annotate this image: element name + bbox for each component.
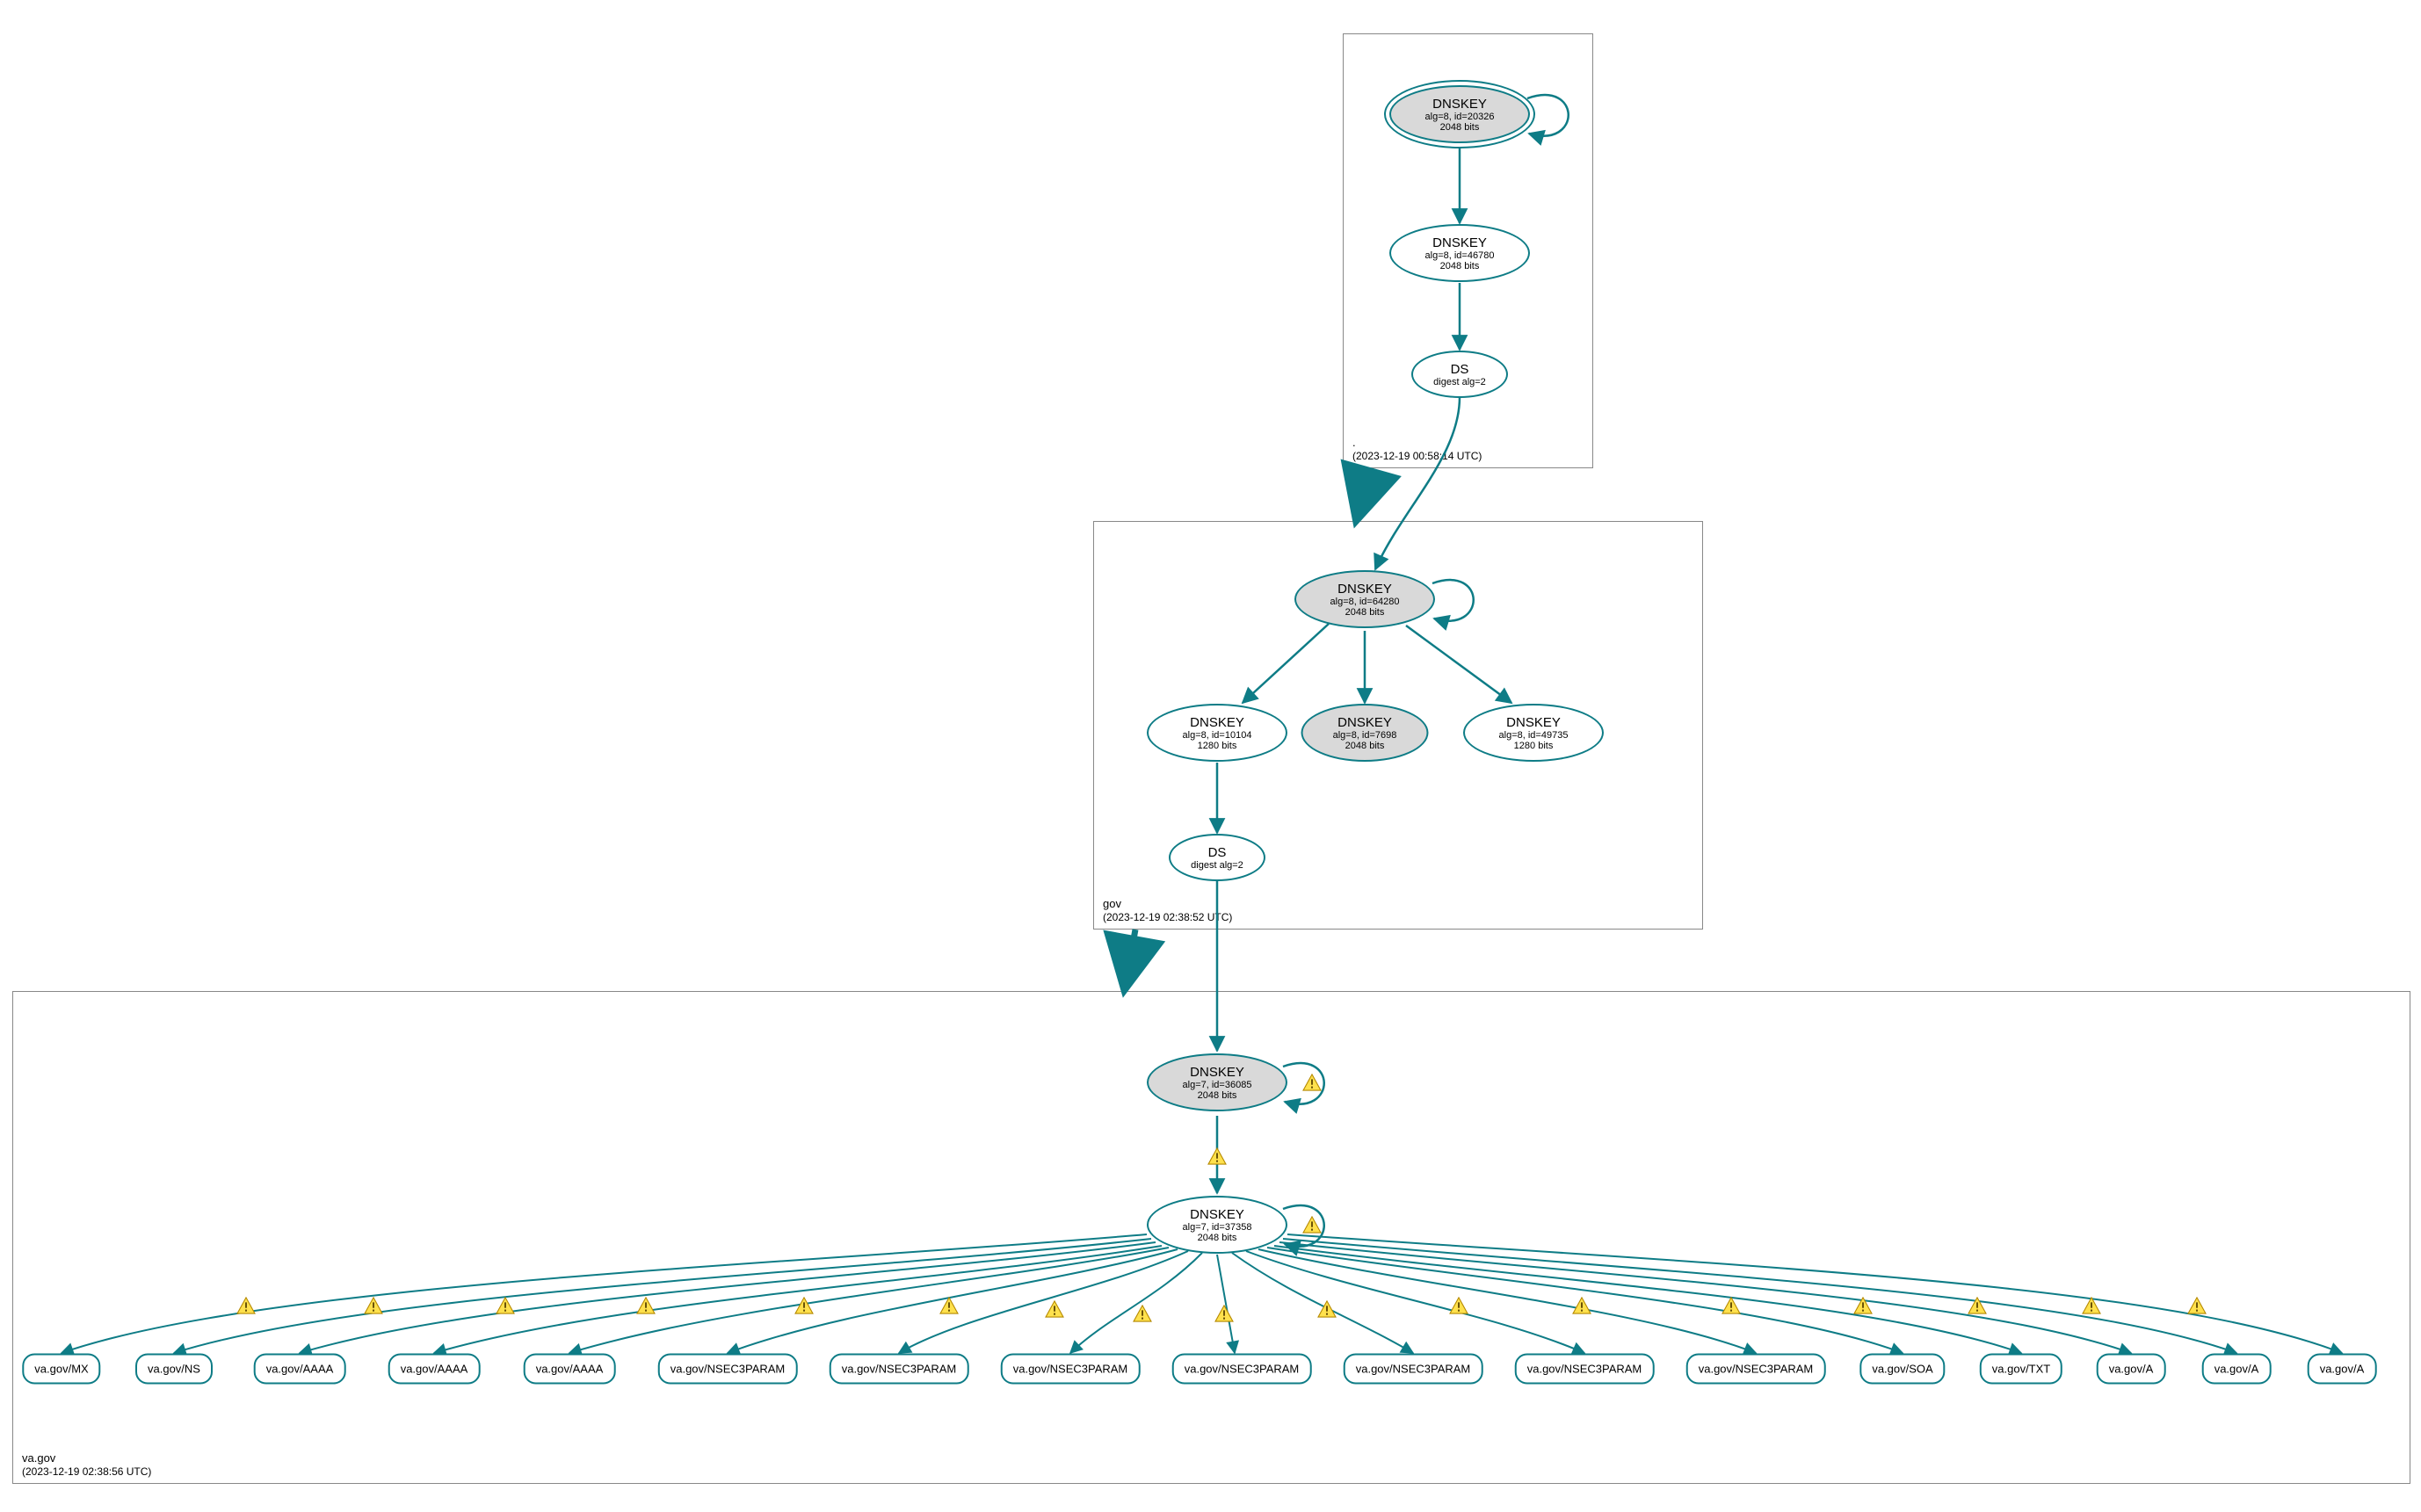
rr-box[interactable]: va.gov/NSEC3PARAM xyxy=(1001,1354,1141,1385)
node-root-zsk[interactable]: DNSKEY alg=8, id=46780 2048 bits xyxy=(1389,224,1530,282)
warning-icon xyxy=(1045,1300,1064,1318)
node-sub2: 2048 bits xyxy=(1440,261,1480,271)
node-title: DNSKEY xyxy=(1190,1207,1244,1222)
node-va-zsk[interactable]: DNSKEY alg=7, id=37358 2048 bits xyxy=(1147,1196,1287,1254)
node-sub2: 1280 bits xyxy=(1514,741,1554,751)
zone-gov-name: gov xyxy=(1103,897,1232,911)
node-title: DNSKEY xyxy=(1432,235,1487,250)
zone-vagov-label: va.gov (2023-12-19 02:38:56 UTC) xyxy=(22,1451,151,1478)
rr-box[interactable]: va.gov/NSEC3PARAM xyxy=(1515,1354,1655,1385)
rr-box[interactable]: va.gov/AAAA xyxy=(524,1354,616,1385)
node-sub1: digest alg=2 xyxy=(1433,377,1486,387)
node-sub1: alg=8, id=10104 xyxy=(1183,730,1252,741)
warning-icon xyxy=(1853,1297,1873,1314)
rr-box[interactable]: va.gov/A xyxy=(2308,1354,2377,1385)
rr-box[interactable]: va.gov/A xyxy=(2097,1354,2166,1385)
edge-zone-root-to-gov xyxy=(1357,468,1371,518)
warning-icon xyxy=(1317,1300,1337,1318)
rr-box[interactable]: va.gov/NSEC3PARAM xyxy=(1172,1354,1312,1385)
rr-box[interactable]: va.gov/SOA xyxy=(1859,1354,1945,1385)
node-sub2: 1280 bits xyxy=(1198,741,1237,751)
node-sub1: alg=8, id=46780 xyxy=(1425,250,1495,261)
warning-icon xyxy=(364,1297,383,1314)
zone-root-label: . (2023-12-19 00:58:14 UTC) xyxy=(1352,436,1482,462)
node-sub1: digest alg=2 xyxy=(1191,860,1243,871)
node-sub1: alg=8, id=7698 xyxy=(1333,730,1397,741)
warning-icon xyxy=(2082,1297,2101,1314)
zone-vagov-name: va.gov xyxy=(22,1451,151,1465)
node-sub2: 2048 bits xyxy=(1345,607,1385,618)
rr-box[interactable]: va.gov/AAAA xyxy=(388,1354,481,1385)
node-gov-dnskey-mid[interactable]: DNSKEY alg=8, id=7698 2048 bits xyxy=(1301,704,1429,762)
rr-box[interactable]: va.gov/NSEC3PARAM xyxy=(830,1354,969,1385)
zone-root-timestamp: (2023-12-19 00:58:14 UTC) xyxy=(1352,450,1482,462)
warning-icon xyxy=(2187,1297,2207,1314)
node-title: DS xyxy=(1208,845,1227,860)
warning-icon xyxy=(1207,1147,1227,1165)
warning-icon xyxy=(1572,1297,1591,1314)
dnssec-graph: . (2023-12-19 00:58:14 UTC) gov (2023-12… xyxy=(0,0,2421,1512)
node-gov-ksk[interactable]: DNSKEY alg=8, id=64280 2048 bits xyxy=(1294,570,1435,628)
node-sub1: alg=7, id=36085 xyxy=(1183,1080,1252,1090)
node-sub2: 2048 bits xyxy=(1198,1233,1237,1243)
warning-icon xyxy=(236,1297,256,1314)
rr-box[interactable]: va.gov/A xyxy=(2202,1354,2272,1385)
node-title: DNSKEY xyxy=(1190,715,1244,730)
warning-icon xyxy=(1214,1305,1234,1322)
zone-root-name: . xyxy=(1352,436,1482,450)
zone-vagov-timestamp: (2023-12-19 02:38:56 UTC) xyxy=(22,1465,151,1478)
node-va-ksk[interactable]: DNSKEY alg=7, id=36085 2048 bits xyxy=(1147,1053,1287,1111)
node-title: DNSKEY xyxy=(1506,715,1561,730)
node-root-ksk[interactable]: DNSKEY alg=8, id=20326 2048 bits xyxy=(1389,85,1530,143)
node-root-ds[interactable]: DS digest alg=2 xyxy=(1411,351,1508,398)
rr-box[interactable]: va.gov/NS xyxy=(135,1354,213,1385)
node-gov-zsk-left[interactable]: DNSKEY alg=8, id=10104 1280 bits xyxy=(1147,704,1287,762)
warning-icon xyxy=(1449,1297,1468,1314)
warning-icon xyxy=(1133,1305,1152,1322)
rr-box[interactable]: va.gov/NSEC3PARAM xyxy=(1344,1354,1483,1385)
rr-box[interactable]: va.gov/NSEC3PARAM xyxy=(658,1354,798,1385)
warning-icon xyxy=(496,1297,515,1314)
node-title: DNSKEY xyxy=(1190,1065,1244,1080)
warning-icon xyxy=(794,1297,814,1314)
node-title: DNSKEY xyxy=(1337,715,1392,730)
node-title: DNSKEY xyxy=(1432,97,1487,112)
warning-icon xyxy=(1302,1074,1322,1091)
rr-box[interactable]: va.gov/AAAA xyxy=(254,1354,346,1385)
warning-icon xyxy=(1302,1216,1322,1233)
rr-box[interactable]: va.gov/MX xyxy=(22,1354,100,1385)
zone-gov-timestamp: (2023-12-19 02:38:52 UTC) xyxy=(1103,911,1232,923)
warning-icon xyxy=(636,1297,656,1314)
zone-gov-label: gov (2023-12-19 02:38:52 UTC) xyxy=(1103,897,1232,923)
node-gov-zsk-right[interactable]: DNSKEY alg=8, id=49735 1280 bits xyxy=(1463,704,1604,762)
node-sub2: 2048 bits xyxy=(1345,741,1385,751)
warning-icon xyxy=(1722,1297,1741,1314)
node-title: DS xyxy=(1451,362,1469,377)
node-sub1: alg=8, id=20326 xyxy=(1425,112,1495,122)
node-gov-ds[interactable]: DS digest alg=2 xyxy=(1169,834,1265,881)
rr-box[interactable]: va.gov/TXT xyxy=(1980,1354,2062,1385)
node-sub2: 2048 bits xyxy=(1440,122,1480,133)
node-sub1: alg=8, id=64280 xyxy=(1330,597,1400,607)
node-sub2: 2048 bits xyxy=(1198,1090,1237,1101)
node-sub1: alg=8, id=49735 xyxy=(1499,730,1569,741)
warning-icon xyxy=(1968,1297,1987,1314)
rr-box[interactable]: va.gov/NSEC3PARAM xyxy=(1686,1354,1826,1385)
node-title: DNSKEY xyxy=(1337,582,1392,597)
edge-zone-gov-to-vagov xyxy=(1125,930,1135,988)
node-sub1: alg=7, id=37358 xyxy=(1183,1222,1252,1233)
warning-icon xyxy=(939,1297,959,1314)
